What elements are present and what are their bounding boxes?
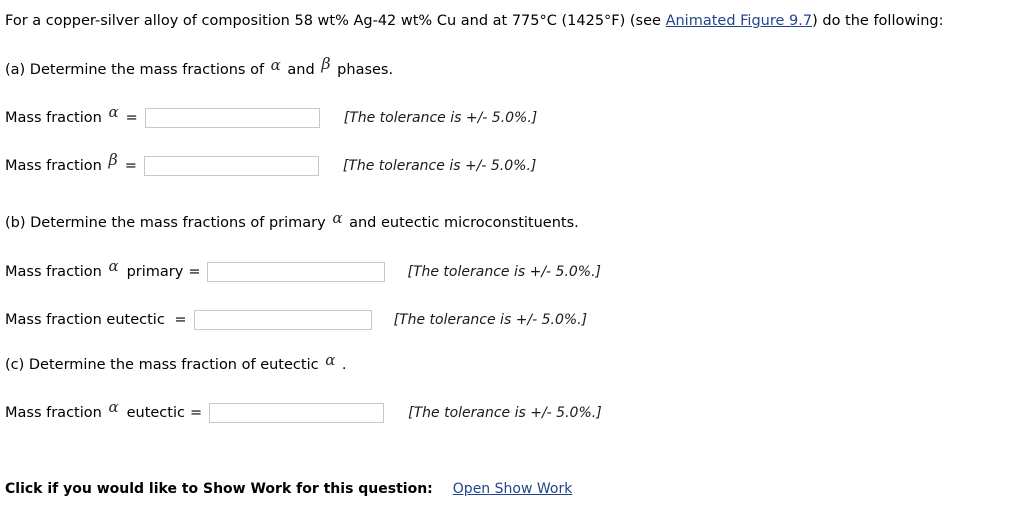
mass-fraction-eutectic-alpha-input[interactable]: [209, 403, 385, 423]
animated-figure-link[interactable]: Animated Figure 9.7: [666, 13, 813, 30]
show-work-row: Click if you would like to Show Work for…: [5, 481, 572, 497]
alpha-glyph: α: [332, 209, 343, 227]
answer-row-mass-fraction-alpha: Mass fraction α = [The tolerance is +/- …: [5, 104, 538, 128]
tolerance-note: [The tolerance is +/- 5.0%.]: [342, 157, 537, 174]
section-a-suffix: phases.: [332, 61, 394, 78]
mass-fraction-primary-suffix: primary: [126, 263, 184, 280]
tolerance-note: [The tolerance is +/- 5.0%.]: [343, 109, 538, 126]
mass-fraction-beta-input[interactable]: [143, 156, 319, 176]
section-b-heading: (b) Determine the mass fractions of prim…: [5, 209, 579, 232]
alpha-glyph: α: [270, 55, 281, 74]
equals-sign: =: [124, 157, 137, 174]
equals-sign: =: [189, 404, 203, 421]
mass-fraction-eutectic-label: Mass fraction eutectic: [5, 311, 170, 328]
equals-sign: =: [125, 109, 138, 126]
prompt-temperature-celsius: °C (1425: [539, 13, 605, 29]
tolerance-note: [The tolerance is +/- 5.0%.]: [393, 311, 588, 328]
alpha-glyph: α: [108, 398, 119, 417]
alpha-glyph: α: [108, 103, 119, 122]
mass-fraction-primary-alpha-input[interactable]: [207, 262, 386, 282]
section-a-middle: and: [282, 61, 320, 78]
section-c-heading: (c) Determine the mass fraction of eutec…: [5, 351, 347, 374]
answer-row-mass-fraction-primary-alpha: Mass fraction α primary = [The tolerance…: [5, 258, 602, 282]
section-a-prefix: (a) Determine the mass fractions of: [5, 61, 269, 78]
mass-fraction-alpha-label: Mass fraction: [5, 109, 107, 126]
beta-glyph: β: [321, 54, 331, 73]
section-c-suffix: .: [337, 357, 347, 374]
tolerance-note: [The tolerance is +/- 5.0%.]: [407, 263, 602, 280]
beta-glyph: β: [108, 149, 118, 169]
mass-fraction-eutectic-input[interactable]: [193, 310, 372, 330]
section-a-heading: (a) Determine the mass fractions of α an…: [5, 54, 394, 79]
equals-sign: =: [188, 263, 201, 280]
alpha-glyph: α: [325, 351, 336, 369]
section-b-suffix: and eutectic microconstituents.: [344, 215, 579, 232]
open-show-work-link[interactable]: Open Show Work: [453, 481, 573, 497]
mass-fraction-alpha-input[interactable]: [144, 108, 320, 128]
mass-fraction-eutectic-alpha-suffix: eutectic: [126, 404, 185, 421]
prompt-text-part2: ) do the following:: [812, 13, 944, 29]
section-b-prefix: (b) Determine the mass fractions of prim…: [5, 215, 331, 232]
equals-sign: =: [174, 311, 187, 328]
prompt-temperature-fahrenheit: °F) (see: [604, 13, 666, 29]
mass-fraction-eutectic-alpha-label: Mass fraction: [5, 404, 107, 421]
answer-row-mass-fraction-eutectic-alpha: Mass fraction α eutectic = [The toleranc…: [5, 399, 602, 423]
mass-fraction-primary-label: Mass fraction: [5, 263, 107, 280]
question-prompt: For a copper-silver alloy of composition…: [5, 13, 944, 30]
question-page: For a copper-silver alloy of composition…: [0, 0, 1024, 511]
section-c-prefix: (c) Determine the mass fraction of eutec…: [5, 357, 324, 374]
prompt-text-part1: For a copper-silver alloy of composition…: [5, 13, 540, 29]
answer-row-mass-fraction-beta: Mass fraction β = [The tolerance is +/- …: [5, 150, 537, 176]
show-work-label: Click if you would like to Show Work for…: [5, 481, 433, 497]
tolerance-note: [The tolerance is +/- 5.0%.]: [408, 404, 602, 421]
alpha-glyph: α: [108, 257, 119, 276]
answer-row-mass-fraction-eutectic: Mass fraction eutectic = [The tolerance …: [5, 310, 587, 330]
mass-fraction-beta-label: Mass fraction: [5, 157, 107, 174]
